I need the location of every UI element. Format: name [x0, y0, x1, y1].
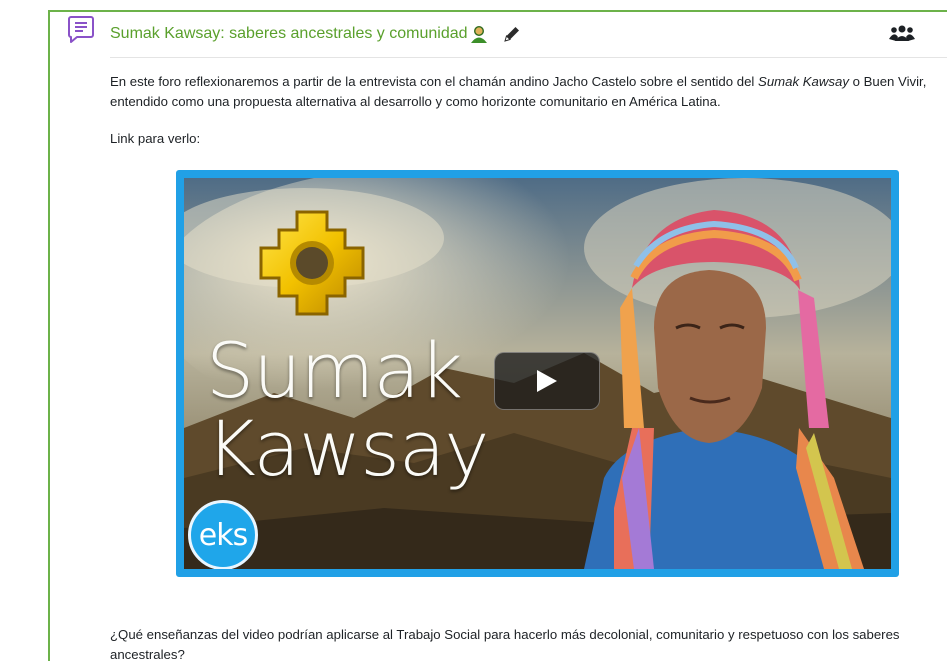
eks-logo: eks — [188, 500, 258, 569]
post-left-border — [48, 10, 50, 661]
post-top-border — [48, 10, 947, 12]
discussion-question: ¿Qué enseñanzas del video podrían aplica… — [110, 627, 900, 662]
person-green-icon — [470, 26, 487, 43]
forum-title-link[interactable]: Sumak Kawsay: saberes ancestrales y comu… — [110, 25, 468, 43]
group-people-icon[interactable] — [889, 24, 915, 42]
pencil-icon[interactable] — [502, 24, 522, 44]
video-embed[interactable]: Sumak Kawsay eks — [176, 170, 899, 577]
forum-icon — [68, 16, 94, 43]
play-triangle-icon — [537, 370, 557, 392]
title-divider — [110, 57, 947, 58]
intro-text-start: En este foro reflexionaremos a partir de… — [110, 74, 759, 89]
intro-italic-term: Sumak Kawsay — [758, 74, 849, 89]
link-label: Link para verlo: — [110, 131, 201, 146]
post-title-row: Sumak Kawsay: saberes ancestrales y comu… — [110, 22, 522, 46]
video-title-line1: Sumak — [206, 326, 463, 415]
play-button[interactable] — [494, 352, 600, 410]
video-title-overlay: Sumak Kawsay — [206, 326, 489, 493]
intro-paragraph: En este foro reflexionaremos a partir de… — [110, 72, 945, 111]
video-title-line2: Kawsay — [206, 404, 489, 493]
